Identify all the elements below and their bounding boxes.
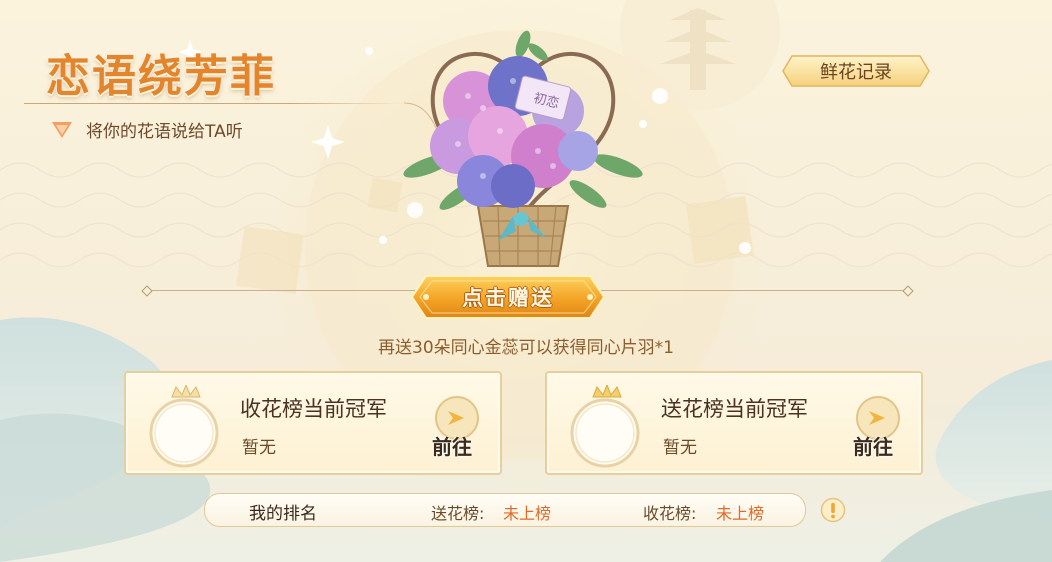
receive-champion-title: 收花榜当前冠军 xyxy=(240,397,387,421)
send-champion-title: 送花榜当前冠军 xyxy=(661,397,808,421)
event-subtitle: 将你的花语说给TA听 xyxy=(86,122,243,142)
gift-send-label: 点击赠送 xyxy=(462,286,554,310)
receive-rank-key: 收花榜: xyxy=(643,504,697,523)
gift-send-button[interactable]: 点击赠送 xyxy=(410,272,606,322)
title-divider xyxy=(24,103,404,104)
flower-basket-image: 初恋 xyxy=(403,30,643,267)
champion-avatar-frame xyxy=(570,385,640,468)
triangle-down-icon xyxy=(52,122,72,138)
crown-icon xyxy=(171,385,201,398)
gift-hint-text: 再送30朵同心金蕊可以获得同心片羽*1 xyxy=(378,338,674,358)
send-rank-value: 未上榜 xyxy=(503,504,552,523)
champion-avatar-frame xyxy=(149,385,219,468)
receive-go-button[interactable]: 前往 xyxy=(432,431,472,460)
receive-rank-value: 未上榜 xyxy=(716,504,765,523)
receive-champion-value: 暂无 xyxy=(242,438,276,458)
flower-record-button[interactable]: 鲜花记录 xyxy=(782,54,930,88)
my-rank-bar: 我的排名 送花榜: 未上榜 收花榜: 未上榜 xyxy=(204,493,806,527)
flower-event-panel: 恋语绕芳菲 将你的花语说给TA听 鲜花记录 初恋 点击赠送 再送30朵同心金蕊可… xyxy=(0,0,1052,562)
receive-champion-card: 收花榜当前冠军 暂无 前往 xyxy=(124,371,502,475)
send-champion-value: 暂无 xyxy=(663,438,697,458)
send-go-button[interactable]: 前往 xyxy=(853,431,893,460)
flower-record-label: 鲜花记录 xyxy=(820,62,892,83)
exclamation-icon[interactable] xyxy=(820,497,846,523)
event-title: 恋语绕芳菲 xyxy=(46,51,276,102)
my-rank-label: 我的排名 xyxy=(249,504,317,524)
crown-icon xyxy=(592,385,622,398)
send-champion-card: 送花榜当前冠军 暂无 前往 xyxy=(545,371,923,475)
send-rank-key: 送花榜: xyxy=(431,504,485,523)
